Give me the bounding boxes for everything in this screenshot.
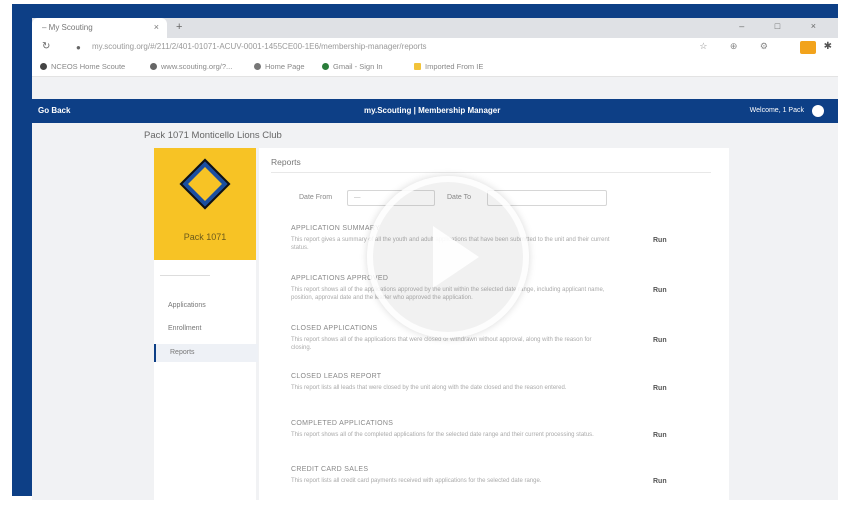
bookmark-icon bbox=[254, 63, 261, 70]
panel-divider bbox=[271, 172, 711, 173]
run-report-button[interactable]: Run bbox=[653, 385, 667, 392]
date-from-value: — bbox=[354, 194, 361, 201]
extensions-icon[interactable]: ✱ bbox=[824, 41, 832, 52]
report-description: This report lists all credit card paymen… bbox=[291, 478, 542, 484]
welcome-text[interactable]: Welcome, 1 Pack bbox=[750, 107, 804, 114]
report-title: CLOSED APPLICATIONS bbox=[291, 325, 378, 332]
app-header: Go Back my.Scouting | Membership Manager… bbox=[32, 99, 838, 123]
report-description: This report shows all of the application… bbox=[291, 337, 592, 351]
bookmark-item[interactable]: NCEOS Home Scoute bbox=[40, 62, 125, 71]
bookmarks-bar: NCEOS Home Scoute www.scouting.org/?... … bbox=[32, 58, 838, 77]
video-frame: – My Scouting × + – □ × ↻ ● my.scouting.… bbox=[12, 4, 838, 500]
report-description: This report shows all of the completed a… bbox=[291, 432, 594, 438]
page-title: Pack 1071 Monticello Lions Club bbox=[144, 130, 282, 141]
address-actions[interactable]: ☆ ⊕ ⚙ bbox=[699, 41, 778, 52]
run-report-button[interactable]: Run bbox=[653, 287, 667, 294]
emblem-inner bbox=[188, 167, 222, 201]
cub-scout-emblem-icon bbox=[179, 158, 231, 210]
report-row: CLOSED APPLICATIONS This report shows al… bbox=[259, 325, 729, 371]
run-report-button[interactable]: Run bbox=[653, 337, 667, 344]
run-report-button[interactable]: Run bbox=[653, 478, 667, 485]
report-title: APPLICATION SUMMARY bbox=[291, 225, 381, 232]
report-row: CLOSED LEADS REPORT This report lists al… bbox=[259, 373, 729, 419]
pack-label: Pack 1071 bbox=[183, 232, 227, 242]
bookmark-item[interactable]: www.scouting.org/?... bbox=[150, 62, 232, 71]
report-title: COMPLETED APPLICATIONS bbox=[291, 420, 394, 427]
run-report-button[interactable]: Run bbox=[653, 237, 667, 244]
sidebar-divider bbox=[160, 275, 210, 276]
date-from-label: Date From bbox=[299, 194, 333, 201]
report-title: CREDIT CARD SALES bbox=[291, 466, 369, 473]
browser-tabstrip: – My Scouting × + – □ × bbox=[32, 18, 838, 38]
report-row: COMPLETED APPLICATIONS This report shows… bbox=[259, 420, 729, 466]
folder-icon bbox=[414, 63, 421, 70]
app-brand: my.Scouting | Membership Manager bbox=[364, 106, 501, 115]
bookmark-item[interactable]: Gmail - Sign In bbox=[322, 62, 383, 71]
video-play-button[interactable] bbox=[367, 176, 529, 338]
play-icon bbox=[433, 226, 479, 288]
report-description: This report lists all leads that were cl… bbox=[291, 385, 567, 391]
sidebar-item-label: Reports bbox=[170, 349, 195, 356]
run-report-button[interactable]: Run bbox=[653, 432, 667, 439]
globe-icon bbox=[150, 63, 157, 70]
sidebar-item-label: Enrollment bbox=[168, 325, 202, 332]
gmail-icon bbox=[322, 63, 329, 70]
address-bar: ↻ ● my.scouting.org/#/211/2/401-01071-AC… bbox=[32, 38, 838, 58]
user-avatar[interactable] bbox=[812, 105, 824, 117]
warning-icon[interactable] bbox=[800, 41, 816, 54]
sidebar-item-reports[interactable]: Reports bbox=[154, 344, 258, 362]
url-field[interactable]: my.scouting.org/#/211/2/401-01071-ACUV-0… bbox=[92, 42, 427, 51]
tab-title: – My Scouting bbox=[42, 23, 93, 32]
sidebar: Applications Enrollment Reports bbox=[154, 260, 258, 500]
tab-close-icon[interactable]: × bbox=[154, 22, 159, 32]
sidebar-item-applications[interactable]: Applications bbox=[154, 297, 256, 315]
unit-emblem-card: Pack 1071 bbox=[154, 148, 256, 260]
sidebar-item-enrollment[interactable]: Enrollment bbox=[154, 320, 256, 338]
lock-icon: ● bbox=[76, 43, 81, 52]
report-row: CREDIT CARD SALES This report lists all … bbox=[259, 466, 729, 500]
browser-tab[interactable]: – My Scouting × bbox=[32, 18, 167, 38]
go-back-link[interactable]: Go Back bbox=[38, 106, 70, 115]
new-tab-button[interactable]: + bbox=[176, 21, 182, 33]
bookmark-item[interactable]: Imported From IE bbox=[414, 62, 483, 71]
sidebar-item-label: Applications bbox=[168, 302, 206, 309]
panel-title: Reports bbox=[271, 157, 301, 167]
screen-capture: – My Scouting × + – □ × ↻ ● my.scouting.… bbox=[32, 18, 838, 500]
reload-icon[interactable]: ↻ bbox=[42, 41, 50, 52]
bookmark-item[interactable]: Home Page bbox=[254, 62, 305, 71]
window-controls[interactable]: – □ × bbox=[739, 21, 830, 31]
report-title: CLOSED LEADS REPORT bbox=[291, 373, 382, 380]
bookmark-icon bbox=[40, 63, 47, 70]
